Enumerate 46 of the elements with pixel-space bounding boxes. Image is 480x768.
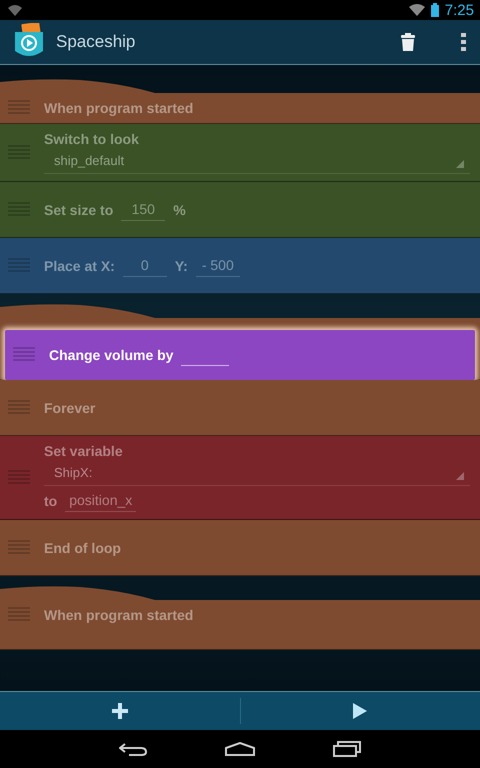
- drag-handle-icon[interactable]: [8, 607, 30, 623]
- plus-icon: [112, 703, 128, 719]
- value-field[interactable]: - 500: [196, 254, 240, 276]
- script-brick[interactable]: Place at X: 0 Y: - 500: [0, 238, 480, 294]
- script-brick[interactable]: Forever: [0, 380, 480, 436]
- brick-label: Place at X:: [44, 258, 115, 274]
- trash-icon[interactable]: [401, 33, 415, 51]
- drag-handle-icon[interactable]: [8, 258, 30, 274]
- brick-label: Switch to look: [44, 131, 139, 147]
- value-field[interactable]: 0: [122, 254, 167, 276]
- script-brick[interactable]: Set size to 150 %: [0, 182, 480, 238]
- brick-label: End of loop: [44, 540, 121, 556]
- app-title: Spaceship: [56, 32, 136, 52]
- drag-handle-icon[interactable]: [8, 100, 30, 116]
- drag-handle-icon[interactable]: [13, 347, 35, 363]
- recent-apps-icon[interactable]: [333, 741, 361, 757]
- value-field[interactable]: 150: [121, 198, 166, 220]
- dropdown-field[interactable]: ShipX:: [44, 463, 470, 486]
- play-icon: [353, 703, 368, 719]
- dropdown-arrow-icon: [456, 160, 464, 168]
- dropdown-arrow-icon: [456, 472, 464, 480]
- brick-label: to: [44, 493, 58, 509]
- home-icon[interactable]: [225, 742, 255, 756]
- brick-label: Set size to: [44, 202, 114, 218]
- brick-label: Set variable: [44, 443, 123, 459]
- drag-handle-icon[interactable]: [8, 470, 30, 486]
- battery-icon: [430, 3, 439, 17]
- dropdown-field[interactable]: ship_default: [44, 151, 470, 174]
- brick-label: Forever: [44, 400, 96, 416]
- wifi-icon: [408, 4, 425, 16]
- brick-label: %: [173, 202, 186, 218]
- brick-label: When program started: [44, 100, 194, 116]
- drag-handle-icon[interactable]: [8, 400, 30, 416]
- back-icon[interactable]: [119, 742, 147, 756]
- drag-handle-icon[interactable]: [8, 540, 30, 556]
- overflow-menu-icon[interactable]: [461, 33, 466, 51]
- script-brick[interactable]: End of loop: [0, 520, 480, 576]
- brick-label: Change volume by: [49, 347, 174, 363]
- brick-label: Y:: [174, 258, 188, 274]
- script-brick[interactable]: Set variable ShipX: to position_x: [0, 436, 480, 520]
- value-field[interactable]: position_x: [65, 490, 136, 512]
- clock-time: 7:25: [444, 2, 474, 18]
- brick-label: When program started: [44, 607, 194, 623]
- dragged-brick[interactable]: Change volume by: [5, 330, 475, 380]
- script-brick[interactable]: Switch to look ship_default: [0, 124, 480, 182]
- notification-icon: [8, 4, 22, 16]
